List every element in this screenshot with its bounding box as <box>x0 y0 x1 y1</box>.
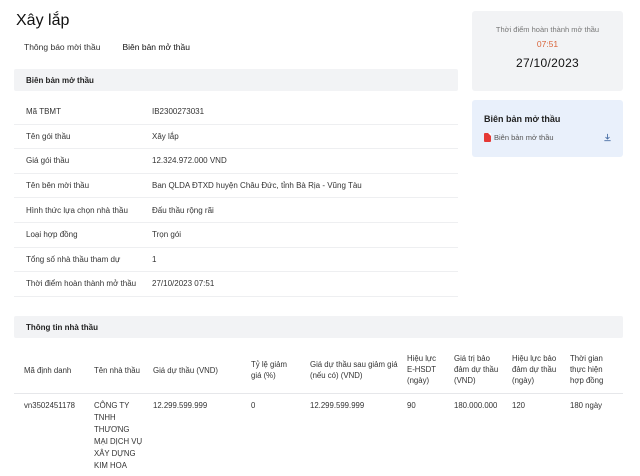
table-header-text: Giá dự thầu sau giảm giá <box>310 360 398 369</box>
table-cell: 180 ngày <box>570 400 602 412</box>
download-icon[interactable] <box>603 133 612 142</box>
table-header-text: đảm dự thầu <box>454 365 499 374</box>
table-cell-text: 120 <box>512 401 526 410</box>
table-cell-text: 12.299.599.999 <box>153 401 208 410</box>
completion-time-value: 07:51 <box>536 39 559 49</box>
tab-opening-record[interactable]: Biên bản mở thầu <box>122 42 189 56</box>
info-value: 1 <box>152 254 157 264</box>
info-value: Xây lắp <box>152 131 179 141</box>
table-cell-text: THƯƠNG <box>94 425 130 434</box>
table-header-divider <box>14 393 623 394</box>
completion-date-value: 27/10/2023 <box>515 56 580 70</box>
table-header-text: Mã định danh <box>24 366 72 375</box>
table-cell: 12.299.599.999 <box>310 400 364 412</box>
table-cell-text: 0 <box>251 401 256 410</box>
table-cell: 0 <box>251 400 255 412</box>
table-cell-text: CÔNG TY <box>94 401 130 410</box>
table-cell: 120 <box>512 400 525 412</box>
info-row: Thời điểm hoàn thành mở thầu 27/10/2023 0… <box>14 272 458 297</box>
pdf-icon <box>484 133 491 142</box>
info-value: Trọn gói <box>152 230 182 240</box>
table-cell-text: KIM HOA <box>94 461 127 470</box>
tab-announcement[interactable]: Thông báo mời thầu <box>24 42 100 56</box>
table-header-cell: Giá trị bảo đảm dự thầu (VND) <box>454 353 498 386</box>
info-value: Ban QLDA ĐTXD huyện Châu Đức, tỉnh Bà Rị… <box>152 181 362 191</box>
document-file-label[interactable]: Biên bản mở thầu <box>494 133 554 142</box>
table-header-cell: Tên nhà thầu <box>94 365 140 376</box>
document-card: Biên bản mở thầu Biên bản mở thầu <box>472 100 623 157</box>
document-file-link[interactable]: Biên bản mở thầu <box>484 133 612 142</box>
table-header-text: Hiệu lực <box>407 354 437 363</box>
completion-time-card: Thời điểm hoàn thành mở thầu 07:51 27/10… <box>472 11 623 91</box>
info-row: Giá gói thầu 12.324.972.000 VND <box>14 149 458 174</box>
table-header-text: (VND) <box>454 376 476 385</box>
table-header-text: (ngày) <box>407 376 430 385</box>
info-row: Hình thức lựa chọn nhà thầu Đấu thầu rộng… <box>14 198 458 223</box>
table-header-cell: Giá dự thầu (VND) <box>153 365 218 376</box>
table-cell-text: XÂY DỰNG <box>94 449 136 458</box>
info-label: Tên bên mời thầu <box>26 181 90 191</box>
table-header-text: hợp đồng <box>570 376 604 385</box>
info-value: IB2300273031 <box>152 107 205 117</box>
table-header-text: giá (%) <box>251 371 276 380</box>
table-header-text: Tên nhà thầu <box>94 366 140 375</box>
table-cell-text: 90 <box>407 401 416 410</box>
table-header-text: (ngày) <box>512 376 535 385</box>
table-header-text: (nếu có) (VND) <box>310 371 363 380</box>
table-header-cell: Thời gian thực hiện hợp đồng <box>570 353 603 386</box>
info-row: Mã TBMT IB2300273031 <box>14 100 458 125</box>
table-header-cell: Hiệu lực bảo đảm dự thầu (ngày) <box>512 353 556 386</box>
completion-time-label: Thời điểm hoàn thành mở thầu <box>495 25 600 34</box>
table-cell: 12.299.599.999 <box>153 400 207 412</box>
table-cell-text: vn3502451178 <box>24 401 76 410</box>
table-header-text: Giá dự thầu (VND) <box>153 366 219 375</box>
table-header-text: Tỷ lệ giảm <box>251 360 287 369</box>
table-cell: 90 <box>407 400 416 412</box>
page: Xây lắp Thông báo mời thầu Biên bản mở t… <box>0 0 640 476</box>
table-cell-text: 12.299.599.999 <box>310 401 365 410</box>
section-opening-record-heading: Biên bản mở thầu <box>14 69 458 91</box>
table-header-text: Thời gian <box>570 354 603 363</box>
table-cell: vn3502451178 <box>24 400 75 412</box>
info-label: Giá gói thầu <box>26 156 70 166</box>
table-cell-text: 180 ngày <box>570 401 603 410</box>
table-header-cell: Giá dự thầu sau giảm giá (nếu có) (VND) <box>310 359 398 381</box>
table-cell-text: MẠI DỊCH VỤ <box>94 437 143 446</box>
info-row: Tổng số nhà thầu tham dự 1 <box>14 248 458 273</box>
table-cell: 180.000.000 <box>454 400 497 412</box>
table-header-text: thực hiện <box>570 365 603 374</box>
table-header-text: Giá trị bảo <box>454 354 490 363</box>
table-header-cell: Tỷ lệ giảm giá (%) <box>251 359 287 381</box>
info-label: Mã TBMT <box>26 107 61 117</box>
table-cell: CÔNG TY TNHH THƯƠNG MẠI DỊCH VỤ XÂY DỰNG KIM … <box>94 400 142 472</box>
info-row: Tên gói thầu Xây lắp <box>14 125 458 150</box>
tab-bar: Thông báo mời thầu Biên bản mở thầu <box>24 42 190 56</box>
info-row: Loại hợp đồng Trọn gói <box>14 223 458 248</box>
info-label: Tên gói thầu <box>26 131 71 141</box>
table-header-text: Hiệu lực bảo <box>512 354 557 363</box>
section-bidder-info-heading: Thông tin nhà thầu <box>14 316 623 338</box>
table-cell-text: 180.000.000 <box>454 401 498 410</box>
info-value: Đấu thầu rộng rãi <box>152 205 214 215</box>
info-label: Thời điểm hoàn thành mở thầu <box>26 279 137 289</box>
table-header-cell: Mã định danh <box>24 365 71 376</box>
info-row: Tên bên mời thầu Ban QLDA ĐTXD huyện Châu… <box>14 174 458 199</box>
table-header-text: đảm dự thầu <box>512 365 557 374</box>
table-header-text: E-HSDT <box>407 365 437 374</box>
info-label: Tổng số nhà thầu tham dự <box>26 254 121 264</box>
info-value: 27/10/2023 07:51 <box>152 279 215 289</box>
table-cell-text: TNHH <box>94 413 116 422</box>
info-label: Hình thức lựa chọn nhà thầu <box>26 205 128 215</box>
document-card-title: Biên bản mở thầu <box>484 114 561 124</box>
table-header-cell: Hiệu lực E-HSDT (ngày) <box>407 353 436 386</box>
info-label: Loại hợp đồng <box>26 230 78 240</box>
info-value: 12.324.972.000 VND <box>152 156 227 166</box>
page-title: Xây lắp <box>16 12 70 29</box>
